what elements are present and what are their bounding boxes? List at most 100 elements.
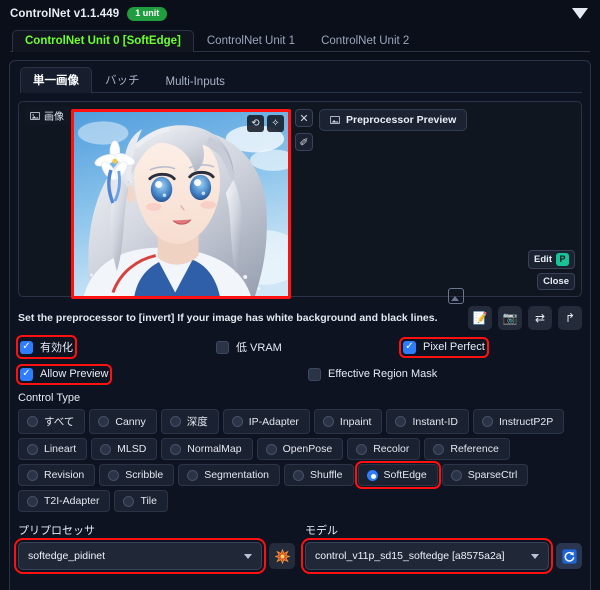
- tab-single-image[interactable]: 単一画像: [20, 67, 92, 93]
- control-type-option-label: Segmentation: [204, 469, 270, 481]
- refresh-models-button[interactable]: [556, 543, 582, 569]
- checkbox-pixel-perfect-label: Pixel Perfect: [423, 341, 485, 353]
- camera-icon[interactable]: 📷: [498, 306, 522, 330]
- run-preprocessor-button[interactable]: [269, 543, 295, 569]
- tab-controlnet-unit-0[interactable]: ControlNet Unit 0 [SoftEdge]: [12, 30, 194, 52]
- radio-icon: [433, 443, 445, 455]
- radio-icon: [395, 416, 407, 427]
- tab-controlnet-unit-2[interactable]: ControlNet Unit 2: [308, 30, 422, 52]
- controlnet-panel: ControlNet v1.1.449 1 unit ControlNet Un…: [0, 0, 600, 590]
- header: ControlNet v1.1.449 1 unit: [0, 0, 600, 26]
- undo-icon[interactable]: ⟲: [247, 115, 264, 132]
- control-type-group: すべて Canny 深度 IP-Adapter Inpaint Instant-ID Ins…: [18, 409, 582, 512]
- checkbox-pixel-perfect[interactable]: Pixel Perfect: [399, 336, 489, 358]
- clear-image-button[interactable]: ✕: [295, 109, 313, 127]
- radio-icon: [322, 416, 334, 427]
- control-type-label: Control Type: [18, 392, 81, 404]
- radio-icon: [123, 495, 135, 507]
- edit-button[interactable]: Edit P: [528, 250, 575, 269]
- unit-panel: 単一画像 バッチ Multi-Inputs 画像 ⟲ ✧ ✕ ✐ Preproc…: [9, 60, 591, 590]
- model-select[interactable]: control_v11p_sd15_softedge [a8575a2a]: [301, 538, 553, 574]
- close-button-label: Close: [543, 276, 569, 287]
- edit-button-label: Edit: [534, 254, 552, 265]
- radio-icon: [450, 469, 462, 481]
- explosion-icon: [274, 548, 290, 564]
- control-type-option-softedge[interactable]: SoftEdge: [354, 461, 441, 489]
- control-type-option-label: IP-Adapter: [248, 415, 299, 428]
- control-type-option-shuffle[interactable]: Shuffle: [284, 464, 354, 486]
- control-type-option-instant-id[interactable]: Instant-ID: [386, 409, 469, 434]
- radio-icon: [27, 416, 38, 427]
- control-type-option-sparsectrl[interactable]: SparseCtrl: [441, 464, 529, 486]
- checkbox-row-2: Allow Preview Effective Region Mask: [15, 362, 582, 386]
- notepad-edit-icon[interactable]: 📝: [468, 306, 492, 330]
- checkbox-enable-box: [20, 340, 33, 354]
- checkbox-low-vram[interactable]: 低 VRAM: [216, 339, 282, 355]
- page-title: ControlNet v1.1.449: [10, 8, 120, 20]
- checkbox-enable[interactable]: 有効化: [16, 335, 77, 359]
- checkbox-effective-region-mask-box: [308, 367, 321, 381]
- control-type-option-lineart[interactable]: Lineart: [18, 438, 88, 460]
- control-type-option-normalmap[interactable]: NormalMap: [161, 438, 253, 460]
- checkbox-enable-label: 有効化: [40, 342, 73, 354]
- tab-controlnet-unit-1[interactable]: ControlNet Unit 1: [194, 30, 308, 52]
- control-type-option-openpose[interactable]: OpenPose: [256, 438, 344, 460]
- control-type-option-recolor[interactable]: Recolor: [347, 438, 421, 460]
- control-type-option-label: Lineart: [44, 443, 77, 455]
- control-type-option-reference[interactable]: Reference: [424, 438, 510, 460]
- unit-count-badge: 1 unit: [127, 7, 168, 21]
- control-type-option-label: Shuffle: [310, 469, 343, 481]
- control-type-option-tile[interactable]: Tile: [114, 490, 168, 512]
- control-type-option-[interactable]: すべて: [18, 409, 86, 434]
- control-type-option-label: Inpaint: [339, 415, 372, 428]
- control-type-option-segmentation[interactable]: Segmentation: [178, 464, 281, 486]
- swap-arrows-icon[interactable]: ⇄: [528, 306, 552, 330]
- image-tool-group: ⟲ ✧: [247, 115, 284, 132]
- refresh-icon: [561, 548, 577, 564]
- control-type-option-ip-adapter[interactable]: IP-Adapter: [222, 409, 310, 434]
- image-icon: [330, 116, 340, 124]
- close-button[interactable]: Close: [537, 273, 575, 290]
- pen-tool-button[interactable]: ✐: [295, 133, 313, 151]
- control-type-option-inpaint[interactable]: Inpaint: [313, 409, 383, 434]
- preprocessor-select[interactable]: softedge_pidinet: [14, 538, 266, 574]
- control-type-option-label: SparseCtrl: [467, 469, 518, 481]
- control-type-option-label: Revision: [44, 469, 85, 481]
- photopea-icon: P: [556, 253, 569, 266]
- control-type-option-label: すべて: [44, 416, 75, 428]
- radio-icon: [170, 443, 182, 455]
- uploaded-image-thumbnail[interactable]: ⟲ ✧: [71, 109, 291, 299]
- preview-action-group: Edit P Close: [528, 250, 575, 290]
- control-type-option-revision[interactable]: Revision: [18, 464, 96, 486]
- control-type-option-scribble[interactable]: Scribble: [99, 464, 175, 486]
- preprocessor-label: プリプロセッサ: [18, 525, 95, 537]
- preprocessor-preview-label: Preprocessor Preview: [346, 114, 457, 126]
- tab-batch[interactable]: バッチ: [92, 67, 153, 93]
- curve-arrow-icon[interactable]: ↱: [558, 306, 582, 330]
- control-type-option-label: Reference: [450, 443, 499, 455]
- control-type-option-mlsd[interactable]: MLSD: [91, 438, 158, 460]
- chevron-down-icon[interactable]: [572, 8, 588, 19]
- checkbox-effective-region-mask-label: Effective Region Mask: [328, 368, 438, 380]
- control-type-option-canny[interactable]: Canny: [89, 409, 157, 434]
- image-side-buttons: ✕ ✐: [295, 109, 313, 151]
- control-type-option-label: Scribble: [125, 469, 164, 481]
- control-type-option-label: 深度: [186, 416, 208, 428]
- control-type-option-label: Instant-ID: [412, 415, 458, 428]
- edit-image-icon[interactable]: ✧: [267, 115, 284, 132]
- preprocessor-hint-text: Set the preprocessor to [invert] If your…: [18, 312, 438, 324]
- control-type-option-label: Recolor: [373, 443, 410, 455]
- radio-icon: [187, 469, 199, 481]
- chevron-down-icon: [531, 553, 539, 559]
- control-type-option-[interactable]: 深度: [160, 409, 219, 434]
- model-row: control_v11p_sd15_softedge [a8575a2a]: [301, 538, 582, 574]
- preprocessor-preview-button[interactable]: Preprocessor Preview: [319, 109, 468, 131]
- unit-tab-bar: ControlNet Unit 0 [SoftEdge] ControlNet …: [10, 28, 590, 52]
- checkbox-allow-preview[interactable]: Allow Preview: [15, 363, 113, 385]
- control-type-option-instructp2p[interactable]: InstructP2P: [472, 409, 565, 434]
- image-drop-area[interactable]: 画像 ⟲ ✧ ✕ ✐ Preprocessor Preview Edit P C…: [18, 101, 582, 304]
- tab-multi-inputs[interactable]: Multi-Inputs: [153, 71, 238, 93]
- checkbox-effective-region-mask[interactable]: Effective Region Mask: [308, 367, 438, 381]
- model-label: モデル: [305, 525, 338, 537]
- control-type-option-t2i-adapter[interactable]: T2I-Adapter: [18, 490, 111, 512]
